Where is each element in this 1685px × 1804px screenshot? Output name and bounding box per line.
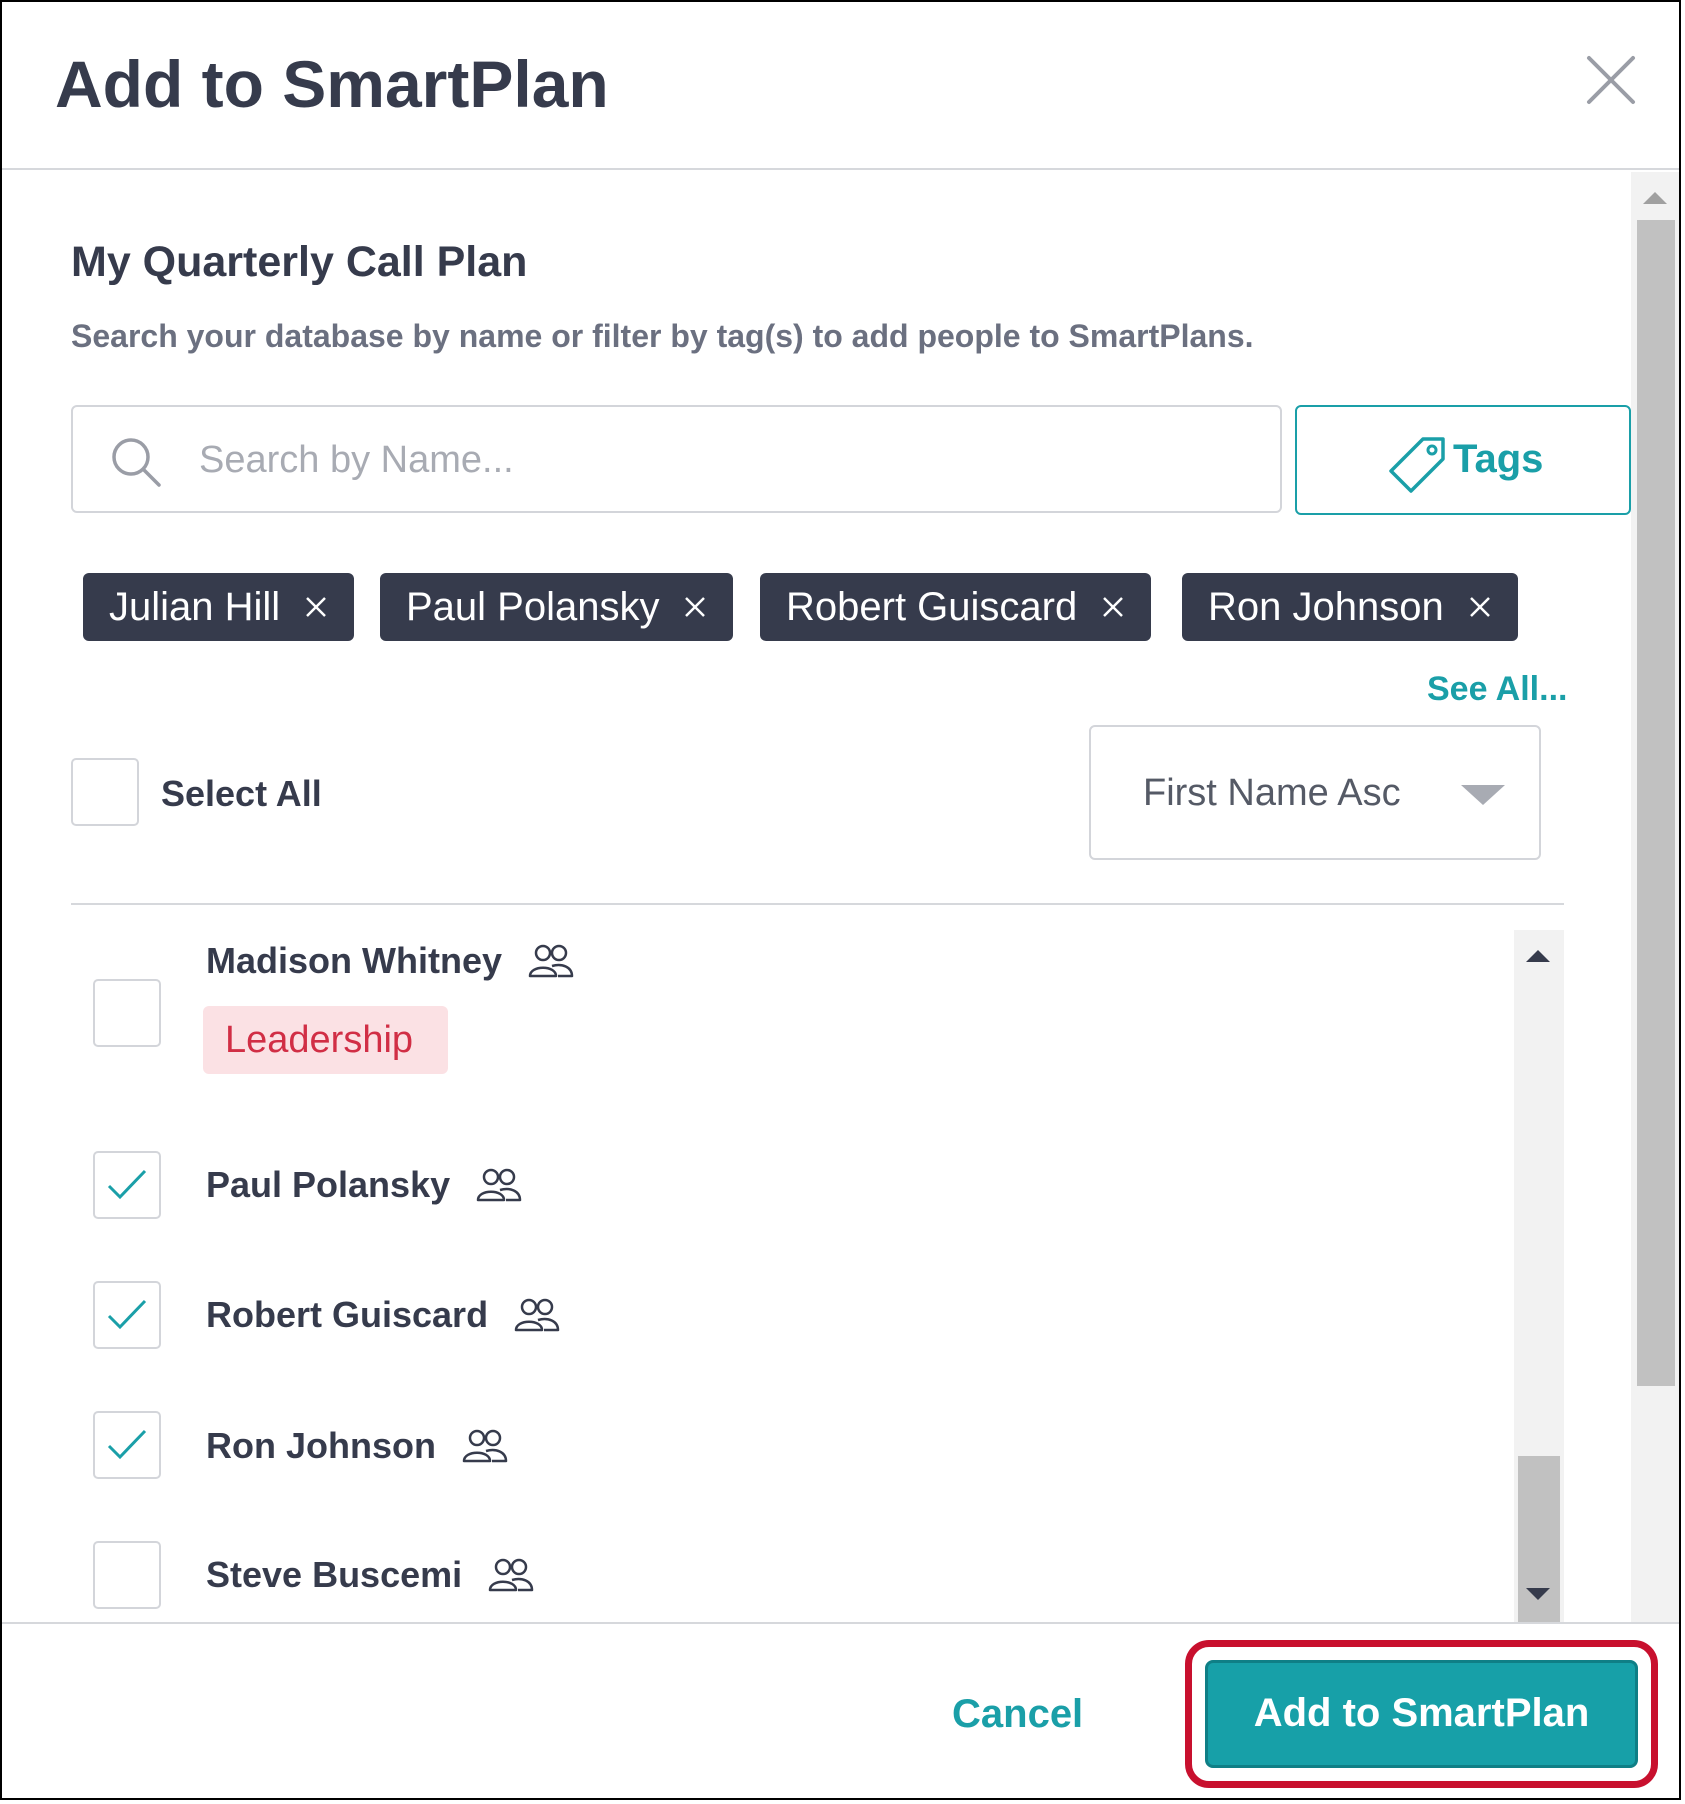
search-icon bbox=[112, 438, 161, 487]
close-icon[interactable] bbox=[304, 595, 328, 619]
chevron-down-icon bbox=[1461, 785, 1505, 805]
select-all-checkbox[interactable] bbox=[71, 758, 139, 826]
chip-label: Robert Guiscard bbox=[786, 584, 1078, 629]
selected-chip: Ron Johnson bbox=[1182, 573, 1518, 641]
tag-icon bbox=[1389, 437, 1445, 493]
sort-select[interactable]: First Name Asc bbox=[1089, 725, 1541, 860]
selected-chip: Robert Guiscard bbox=[760, 573, 1152, 641]
checkmark-icon bbox=[107, 1299, 147, 1330]
scroll-up-arrow-icon[interactable] bbox=[1526, 950, 1550, 962]
selected-chip: Paul Polansky bbox=[380, 573, 734, 641]
add-to-smartplan-button[interactable]: Add to SmartPlan bbox=[1205, 1660, 1638, 1768]
contact-checkbox[interactable] bbox=[93, 1151, 161, 1219]
search-input[interactable] bbox=[197, 427, 1241, 493]
divider bbox=[71, 903, 1564, 905]
contact-checkbox[interactable] bbox=[93, 1541, 161, 1609]
contact-checkbox[interactable] bbox=[93, 979, 161, 1047]
dialog-title: Add to SmartPlan bbox=[55, 47, 609, 121]
close-icon[interactable] bbox=[1468, 595, 1492, 619]
contact-name: Steve Buscemi bbox=[206, 1554, 534, 1596]
see-all-link[interactable]: See All... bbox=[1427, 670, 1567, 709]
contact-name-text: Ron Johnson bbox=[206, 1425, 436, 1466]
chip-label: Ron Johnson bbox=[1208, 584, 1444, 629]
plan-name: My Quarterly Call Plan bbox=[71, 238, 528, 286]
checkmark-icon bbox=[107, 1429, 147, 1460]
close-button[interactable] bbox=[1583, 52, 1639, 108]
contact-name: Robert Guiscard bbox=[206, 1294, 560, 1336]
plan-description: Search your database by name or filter b… bbox=[71, 318, 1254, 354]
dialog-footer: Cancel Add to SmartPlan bbox=[2, 1622, 1679, 1798]
add-to-smartplan-dialog: Add to SmartPlan My Quarterly Call Plan … bbox=[0, 0, 1681, 1800]
contact-name: Ron Johnson bbox=[206, 1425, 508, 1467]
scroll-up-arrow-icon[interactable] bbox=[1643, 192, 1667, 204]
close-icon bbox=[1587, 56, 1635, 104]
dialog-scrollbar[interactable] bbox=[1631, 172, 1679, 1622]
people-icon bbox=[528, 944, 574, 978]
people-icon bbox=[488, 1558, 534, 1592]
contact-list-scrollbar[interactable] bbox=[1514, 930, 1564, 1622]
contact-checkbox[interactable] bbox=[93, 1411, 161, 1479]
contact-checkbox[interactable] bbox=[93, 1281, 161, 1349]
dialog-scrollbar-thumb[interactable] bbox=[1637, 220, 1675, 1386]
selected-chip: Julian Hill bbox=[83, 573, 355, 641]
people-icon bbox=[514, 1298, 560, 1332]
people-icon bbox=[462, 1429, 508, 1463]
dialog-header: Add to SmartPlan bbox=[2, 2, 1679, 170]
scroll-down-arrow-icon[interactable] bbox=[1526, 1588, 1550, 1600]
contact-name-text: Steve Buscemi bbox=[206, 1554, 463, 1595]
contact-name: Madison Whitney bbox=[206, 940, 574, 982]
people-icon bbox=[476, 1168, 522, 1202]
checkmark-icon bbox=[107, 1169, 147, 1200]
contact-name: Paul Polansky bbox=[206, 1164, 522, 1206]
search-box[interactable] bbox=[71, 405, 1282, 513]
contact-name-text: Madison Whitney bbox=[206, 940, 502, 981]
chip-label: Julian Hill bbox=[109, 584, 281, 629]
close-icon[interactable] bbox=[683, 595, 707, 619]
tags-button-label: Tags bbox=[1453, 437, 1544, 481]
contact-name-text: Robert Guiscard bbox=[206, 1294, 489, 1335]
close-icon[interactable] bbox=[1101, 595, 1125, 619]
sort-selected-value: First Name Asc bbox=[1143, 772, 1401, 814]
select-all-label: Select All bbox=[161, 773, 322, 814]
cancel-button[interactable]: Cancel bbox=[952, 1692, 1083, 1737]
contact-tag-badge: Leadership bbox=[203, 1006, 448, 1074]
contact-name-text: Paul Polansky bbox=[206, 1164, 451, 1205]
chip-label: Paul Polansky bbox=[406, 584, 660, 629]
tags-button[interactable]: Tags bbox=[1295, 405, 1631, 515]
